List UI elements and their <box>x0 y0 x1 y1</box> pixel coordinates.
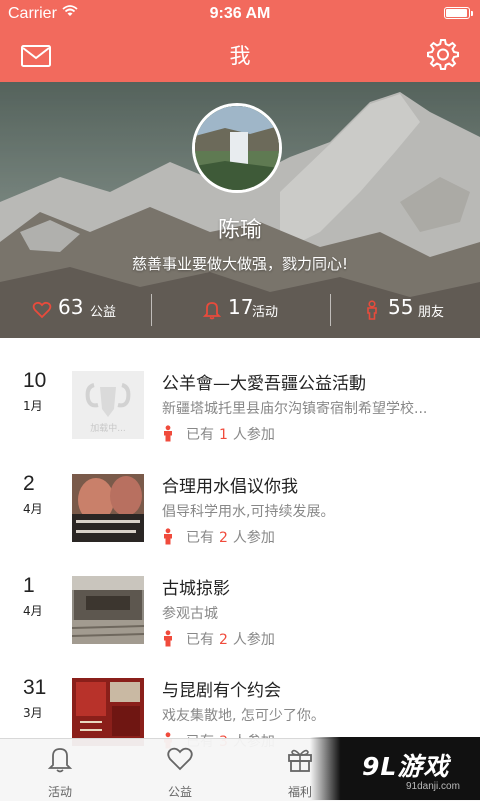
activity-title: 与昆剧有个约会 <box>162 681 281 701</box>
activity-title: 古城掠影 <box>162 579 230 599</box>
user-slogan: 慈善事业要做大做强，戮力同心! <box>131 255 348 273</box>
bell-icon <box>47 748 73 773</box>
heart-icon <box>32 301 52 319</box>
activity-day: 2 <box>23 472 35 495</box>
participants-prefix: 已有 <box>186 427 214 443</box>
activity-day: 31 <box>23 676 47 699</box>
bell-icon <box>202 302 222 320</box>
activity-participants: 已有 1 人参加 <box>162 424 275 444</box>
activity-title: 公羊會—大愛吾疆公益活動 <box>162 374 366 394</box>
person-icon <box>164 630 172 647</box>
activity-participants: 已有 2 人参加 <box>162 527 275 547</box>
activity-description: 倡导科学用水,可持续发展。 <box>162 504 335 520</box>
activity-thumbnail <box>72 678 144 746</box>
heart-icon <box>167 747 193 771</box>
nav-bar: 我 <box>0 28 480 82</box>
activity-description: 参观古城 <box>162 606 218 622</box>
gear-icon[interactable] <box>426 37 460 71</box>
participants-count: 1 <box>219 427 228 443</box>
participants-suffix: 人参加 <box>232 530 275 546</box>
activity-month: 3月 <box>23 706 43 720</box>
activity-day: 1 <box>23 574 35 597</box>
battery-icon <box>444 7 473 19</box>
avatar[interactable] <box>192 103 282 193</box>
person-icon <box>367 300 377 320</box>
user-name: 陈瑜 <box>217 218 262 243</box>
participants-suffix: 人参加 <box>232 632 275 648</box>
stat-divider <box>151 294 152 326</box>
clock: 9:36 AM <box>209 5 271 22</box>
status-bar: Carrier 9:36 AM <box>0 0 480 28</box>
participants-prefix: 已有 <box>186 530 214 546</box>
profile-header: 陈瑜 慈善事业要做大做强，戮力同心! 63 公益 17 活动 55 朋友 <box>0 82 480 338</box>
activity-description: 新疆塔城托里县庙尔沟镇寄宿制希望学校... <box>162 401 428 417</box>
person-icon <box>164 425 172 442</box>
participants-suffix: 人参加 <box>232 427 275 443</box>
thumbnail-loading-text: 加载中... <box>90 424 126 434</box>
activity-title: 合理用水倡议你我 <box>162 477 298 497</box>
tab-activities-label: 活动 <box>47 785 72 799</box>
tab-charity-label: 公益 <box>167 785 192 799</box>
stat-charity-value: 63 <box>58 295 84 319</box>
site-watermark: 9L游戏 91danji.com <box>310 737 480 800</box>
activity-item[interactable]: 2 4月 合理用水倡议你我 倡导科学用水,可持续发展。 已有 2 人参加 <box>0 472 480 574</box>
activity-thumbnail: 加载中... <box>72 371 144 439</box>
activity-item[interactable]: 10 1月 加载中... 公羊會—大愛吾疆公益活動 新疆塔城托里县庙尔沟镇寄宿制… <box>0 369 480 471</box>
participants-count: 2 <box>219 530 228 546</box>
person-icon <box>164 528 172 545</box>
activity-thumbnail <box>72 576 144 644</box>
stat-charity-label: 公益 <box>90 305 117 320</box>
activity-participants: 已有 2 人参加 <box>162 629 275 649</box>
watermark-logo: 9L游戏 <box>362 752 450 781</box>
stat-activities-value: 17 <box>228 295 254 319</box>
activity-item[interactable]: 1 4月 古城掠影 参观古城 已有 2 人参加 <box>0 574 480 676</box>
stat-friends-value: 55 <box>388 295 414 319</box>
activity-description: 戏友集散地, 怎可少了你。 <box>162 708 325 724</box>
stat-divider <box>330 294 331 326</box>
stat-friends[interactable]: 55 朋友 <box>362 294 462 326</box>
stat-activities-label: 活动 <box>252 305 279 320</box>
page-title: 我 <box>229 44 251 68</box>
stat-activities[interactable]: 17 活动 <box>202 294 302 326</box>
participants-count: 2 <box>219 632 228 648</box>
stat-friends-label: 朋友 <box>418 305 445 320</box>
stat-charity[interactable]: 63 公益 <box>32 294 132 326</box>
activity-month: 4月 <box>23 502 43 516</box>
tab-activities[interactable]: 活动 <box>20 739 100 801</box>
activity-day: 10 <box>23 369 47 392</box>
activity-thumbnail-image <box>72 474 144 542</box>
tab-charity[interactable]: 公益 <box>140 739 220 801</box>
participants-prefix: 已有 <box>186 632 214 648</box>
activity-month: 1月 <box>23 399 43 413</box>
avatar-image <box>195 106 279 190</box>
watermark-url: 91danji.com <box>406 781 460 792</box>
activity-month: 4月 <box>23 604 43 618</box>
activity-thumbnail-image <box>72 576 144 644</box>
activity-thumbnail-image <box>72 678 144 746</box>
activity-thumbnail <box>72 474 144 542</box>
